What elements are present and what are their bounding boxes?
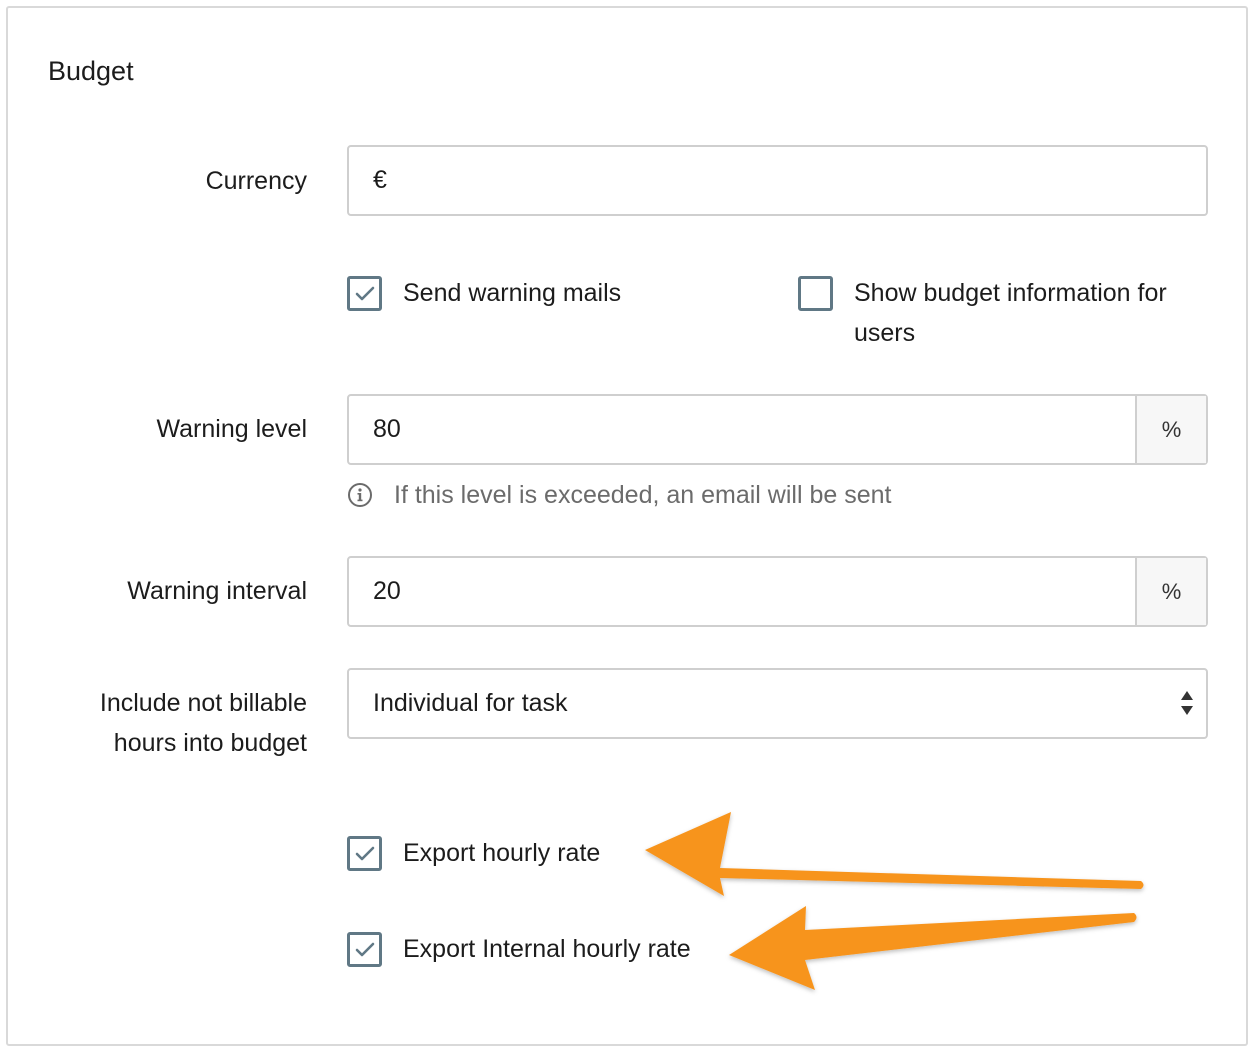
include-not-billable-selected: Individual for task [373, 689, 568, 717]
export-hourly-rate-label: Export hourly rate [403, 839, 601, 867]
warning-level-label: Warning level [156, 415, 307, 443]
export-internal-hourly-rate-label: Export Internal hourly rate [403, 935, 691, 963]
warning-level-value: 80 [373, 415, 401, 443]
warning-interval-label: Warning interval [127, 577, 307, 605]
currency-label: Currency [205, 167, 307, 195]
warning-interval-value: 20 [373, 577, 401, 605]
warning-level-help-text: If this level is exceeded, an email will… [394, 481, 892, 509]
section-title: Budget [48, 56, 134, 86]
send-warning-mails-label: Send warning mails [403, 279, 622, 307]
checkmark-icon [355, 286, 375, 301]
include-not-billable-label-line2: hours into budget [113, 729, 307, 757]
checkmark-icon [355, 942, 375, 957]
checkmark-icon [355, 846, 375, 861]
currency-input[interactable]: € [347, 145, 1208, 216]
export-internal-hourly-rate-checkbox[interactable] [347, 932, 382, 967]
select-arrows-icon [1181, 691, 1193, 715]
info-icon [348, 483, 372, 507]
warning-level-unit: % [1135, 396, 1206, 463]
currency-value: € [373, 166, 387, 194]
show-budget-info-label: Show budget information for users [854, 279, 1167, 347]
show-budget-info-checkbox[interactable] [798, 276, 833, 311]
include-not-billable-label-line1: Include not billable [99, 689, 307, 717]
warning-interval-unit: % [1135, 558, 1206, 625]
send-warning-mails-checkbox[interactable] [347, 276, 382, 311]
export-hourly-rate-checkbox[interactable] [347, 836, 382, 871]
include-not-billable-select[interactable]: Individual for task [347, 668, 1208, 739]
warning-interval-input[interactable]: 20 % [347, 556, 1208, 627]
warning-level-input[interactable]: 80 % [347, 394, 1208, 465]
